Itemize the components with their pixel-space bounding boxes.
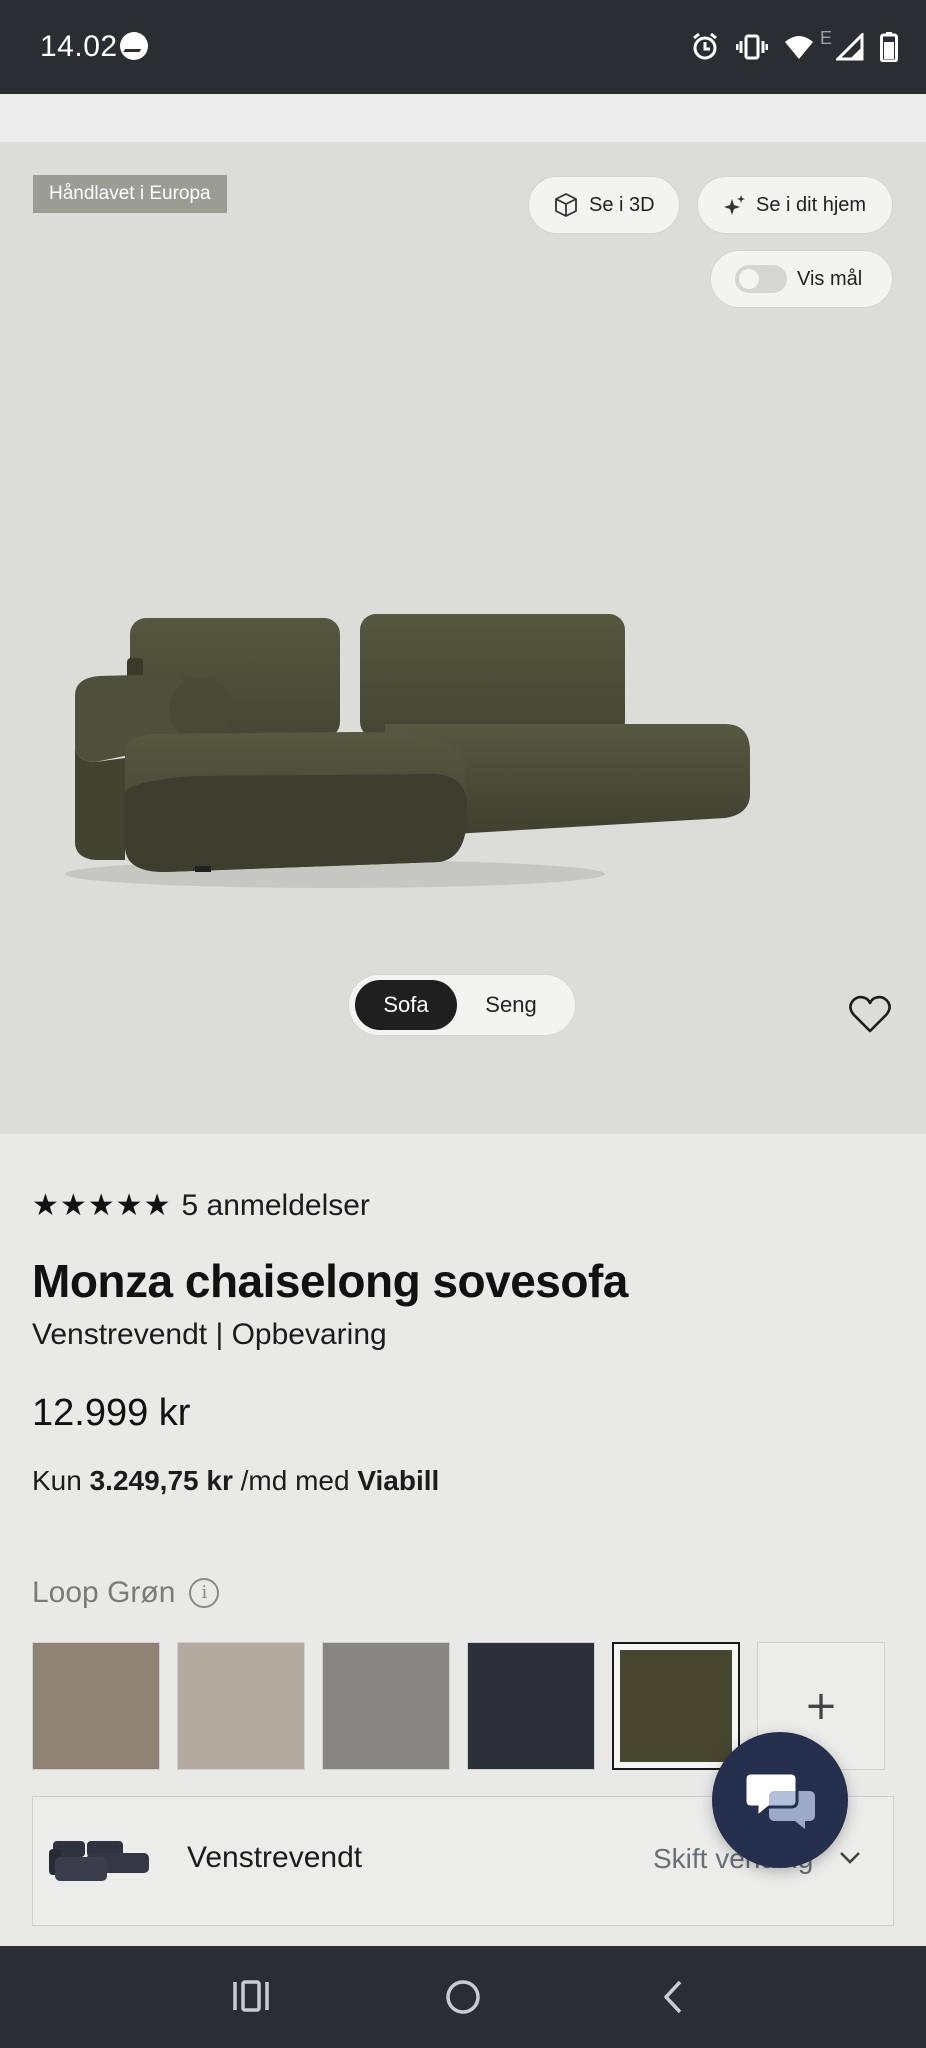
swatch-beige[interactable] [177,1642,305,1770]
sofa-image [65,614,750,888]
home-icon[interactable] [444,1978,482,2016]
color-selector-heading: Loop Grøn i [32,1576,220,1610]
wifi-icon [784,36,813,59]
segment-bed[interactable]: Seng [457,980,565,1030]
view-in-home-button[interactable]: Se i dit hjem [697,176,893,234]
battery-icon [880,32,898,62]
sofa-thumbnail [49,1841,149,1881]
status-bar: 14.02 E [0,0,926,94]
product-subtitle: Venstrevendt | Opbevaring [32,1318,387,1351]
swatch-taupe[interactable] [32,1642,160,1770]
clock: 14.02 [40,30,118,63]
sparkle-icon [724,195,745,215]
segment-sofa[interactable]: Sofa [355,980,457,1030]
swatch-grey[interactable] [322,1642,450,1770]
product-gallery[interactable]: Håndlavet i Europa Se i 3D Se i dit hjem… [0,142,926,1134]
view-in-home-label: Se i dit hjem [756,193,867,216]
finance-provider: Viabill [357,1465,440,1496]
sofa-bed-switch[interactable]: Sofa Seng [348,974,576,1036]
handmade-badge: Håndlavet i Europa [33,175,227,213]
toggle-switch[interactable] [735,265,787,293]
product-price: 12.999 kr [32,1392,191,1434]
selected-color-name: Loop Grøn [32,1576,176,1609]
rating-row[interactable]: ★★★★★ 5 anmeldelser [32,1188,370,1223]
favorite-heart-icon[interactable] [848,994,892,1034]
star-rating-icon: ★★★★★ [32,1188,172,1223]
show-dimensions-label: Vis mål [797,267,863,290]
back-icon[interactable] [660,1978,686,2016]
chat-button[interactable] [712,1732,848,1868]
swatch-green-fill [620,1650,732,1762]
recent-apps-icon[interactable] [232,1978,270,2014]
chevron-down-icon[interactable] [839,1851,861,1865]
system-navigation-bar [0,1946,926,2048]
orientation-label: Venstrevendt [187,1841,363,1874]
cube-icon [555,193,577,217]
vibrate-icon [735,34,768,60]
finance-amount: 3.249,75 kr [89,1465,233,1496]
messenger-icon [120,32,148,60]
finance-middle: /md med [240,1465,350,1496]
top-spacer [0,94,926,142]
finance-prefix: Kun [32,1465,82,1496]
network-type-label: E [819,27,832,48]
swatch-navy[interactable] [467,1642,595,1770]
chat-bubbles-icon [745,1771,815,1829]
info-icon[interactable]: i [189,1578,220,1608]
swatch-green[interactable] [612,1642,740,1770]
status-icons: E [690,27,898,64]
view-3d-button[interactable]: Se i 3D [528,176,680,234]
view-3d-label: Se i 3D [589,193,655,216]
financing-line: Kun 3.249,75 kr /md med Viabill [32,1465,439,1497]
product-title: Monza chaiselong sovesofa [32,1255,628,1307]
reviews-link[interactable]: 5 anmeldelser [181,1189,369,1223]
signal-icon [836,33,864,61]
show-dimensions-toggle[interactable]: Vis mål [710,250,893,308]
alarm-icon [693,32,717,60]
